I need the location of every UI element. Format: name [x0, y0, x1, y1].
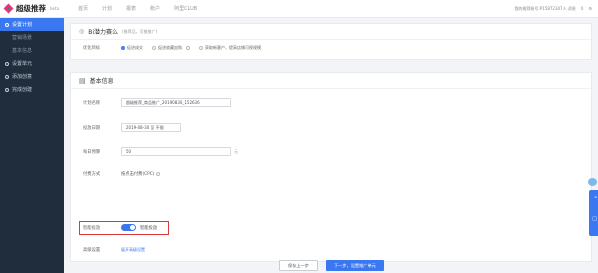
scene-title: Bi潜力赛么 — [88, 29, 119, 36]
bid-row: 付费方式 按点击付费(CPC) — [83, 171, 161, 177]
radio-label: 促进成交 — [127, 45, 143, 50]
step-icon — [5, 61, 9, 66]
sidebar-label: 添加创意 — [12, 74, 33, 80]
nav-report[interactable]: 报表 — [126, 5, 136, 12]
user-info[interactable]: 我的推荐账号:P15872347人 消息 — [514, 6, 575, 12]
help-icon[interactable] — [156, 172, 161, 176]
user-area: 我的推荐账号:P15872347人 消息 0 ⚙ — [514, 6, 598, 12]
radio-conversion[interactable]: 促进成交 — [121, 45, 143, 51]
smart-label: 智能投放 — [83, 225, 101, 231]
prev-button[interactable]: 保存上一步 — [279, 260, 318, 271]
radio-label: 促进收藏加购 — [158, 45, 182, 50]
nav-club[interactable]: 阿里CLUB — [174, 5, 197, 12]
sidebar-item-finish[interactable]: 完成创建 — [0, 83, 64, 96]
action-buttons: 保存上一步 下一步，设置推广单元 — [279, 260, 384, 271]
date-input[interactable]: 2019-08-30 至 不限 — [121, 123, 181, 132]
sidebar-label: 设置单元 — [12, 61, 33, 67]
logo-icon — [4, 4, 13, 13]
sidebar-label: 营销场景 — [12, 35, 33, 41]
next-button[interactable]: 下一步，设置推广单元 — [325, 260, 384, 271]
smart-toggle[interactable] — [121, 224, 136, 231]
sidebar-item-scene[interactable]: 营销场景 — [0, 31, 64, 44]
nav-home[interactable]: 首页 — [78, 5, 88, 12]
document-icon: ▤ — [79, 76, 86, 85]
scene-card: ◎ Bi潜力赛么 (推荐品，可推推广) 优化目标 促进成交 促进收藏加购 获取新… — [70, 23, 592, 60]
budget-input[interactable]: 50 — [121, 147, 231, 156]
radio-newcustomer[interactable]: 获取新客户，提高店铺可视规模 — [199, 45, 261, 51]
budget-row: 每日预算 50 元 — [83, 147, 238, 156]
logo-text: 超级推荐 — [16, 4, 46, 13]
radio-label: 获取新客户，提高店铺可视规模 — [205, 45, 261, 50]
sidebar-item-setup-plan[interactable]: 设置计划 — [0, 18, 64, 31]
step-icon — [5, 74, 9, 79]
nav-plan[interactable]: 计划 — [102, 5, 112, 12]
radio-icon — [152, 46, 156, 50]
advanced-row: 高级设置 展开高级设置 — [83, 247, 145, 253]
scene-subtitle: (推荐品，可推推广) — [122, 28, 158, 34]
budget-unit: 元 — [234, 148, 238, 154]
help-icon[interactable] — [186, 46, 190, 50]
smart-value: 智能投放 — [140, 225, 158, 231]
message-badge[interactable]: 0 — [581, 6, 584, 11]
plan-name-label: 计划名称 — [83, 100, 101, 106]
goal-label: 优化目标 — [83, 46, 101, 51]
sidebar-item-creative[interactable]: 添加创意 — [0, 70, 64, 83]
scene-header: ◎ Bi潜力赛么 (推荐品，可推推广) — [71, 24, 591, 40]
advanced-link[interactable]: 展开高级设置 — [121, 247, 145, 253]
advanced-label: 高级设置 — [83, 248, 101, 253]
target-icon: ◎ — [79, 28, 85, 35]
date-row: 投放日期 2019-08-30 至 不限 — [83, 123, 181, 132]
sidebar-item-basic[interactable]: 基本信息 — [0, 44, 64, 57]
goal-row: 优化目标 促进成交 促进收藏加购 获取新客户，提高店铺可视规模 — [83, 45, 270, 51]
sidebar-item-unit[interactable]: 设置单元 — [0, 57, 64, 70]
bid-value: 按点击付费(CPC) — [121, 172, 155, 177]
sidebar: 设置计划 营销场景 基本信息 设置单元 添加创意 完成创建 — [0, 18, 64, 273]
sidebar-label: 完成创建 — [12, 87, 33, 93]
bid-label: 付费方式 — [83, 172, 101, 177]
plan-name-input[interactable]: 超级推荐_商品推广_20190830_152636 — [121, 98, 231, 107]
main-content: ◎ Bi潜力赛么 (推荐品，可推推广) 优化目标 促进成交 促进收藏加购 获取新… — [64, 18, 598, 273]
top-nav: 首页 计划 报表 账户 阿里CLUB — [78, 5, 197, 12]
budget-label: 每日预算 — [83, 149, 101, 155]
step-icon — [5, 87, 9, 92]
sidebar-label: 基本信息 — [12, 48, 33, 54]
radio-icon — [121, 46, 125, 50]
nav-account[interactable]: 账户 — [150, 5, 160, 12]
top-bar: 超级推荐 beta 首页 计划 报表 账户 阿里CLUB 我的推荐账号:P158… — [0, 0, 598, 18]
chat-bubble-icon[interactable] — [588, 178, 597, 186]
beta-badge: beta — [50, 6, 60, 11]
radio-icon — [199, 46, 203, 50]
square-icon[interactable]: □ — [592, 216, 597, 222]
basic-header: ▤ 基本信息 — [71, 73, 591, 89]
radio-cart[interactable]: 促进收藏加购 — [152, 45, 190, 51]
step-icon — [5, 22, 9, 27]
logo[interactable]: 超级推荐 beta — [0, 3, 64, 14]
basic-info-card: ▤ 基本信息 计划名称 超级推荐_商品推广_20190830_152636 投放… — [70, 72, 592, 262]
plan-name-row: 计划名称 超级推荐_商品推广_20190830_152636 — [83, 98, 231, 107]
smart-row: 智能投放 智能投放 — [83, 224, 157, 231]
settings-icon[interactable]: ⚙ — [588, 6, 592, 11]
date-label: 投放日期 — [83, 125, 101, 131]
basic-title: 基本信息 — [89, 78, 114, 85]
sidebar-label: 设置计划 — [12, 22, 33, 28]
bell-icon[interactable]: ▵ — [594, 194, 597, 200]
